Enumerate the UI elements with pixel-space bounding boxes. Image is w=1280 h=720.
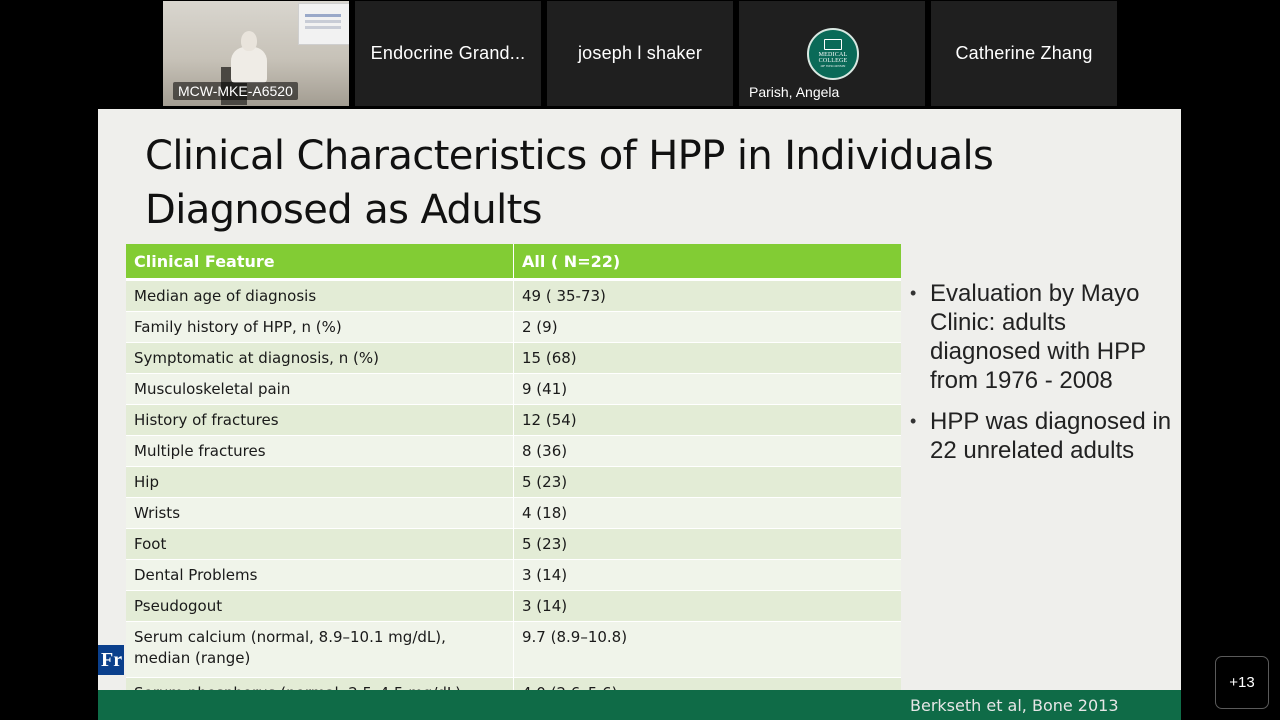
participant-name: Parish, Angela [749,84,840,100]
table-row: Family history of HPP, n (%) 2 (9) [126,311,901,343]
slide-logo-fragment: Fr [98,645,124,675]
table-cell-feature: Pseudogout [126,590,514,622]
bullet-text: HPP was diagnosed in 22 unrelated adults [930,408,1172,464]
table-row: Symptomatic at diagnosis, n (%) 15 (68) [126,342,901,374]
participant-tile-parish[interactable]: MEDICAL COLLEGE OF WISCONSIN Parish, Ange… [739,1,925,106]
bullet-icon: • [910,411,917,431]
slide-title-line-1: Clinical Characteristics of HPP in Indiv… [145,133,994,179]
table-cell-feature: Multiple fractures [126,435,514,467]
table-cell-value: 9 (41) [513,373,901,405]
participant-tile-shaker[interactable]: joseph l shaker [547,1,733,106]
table-cell-value: 8 (36) [513,435,901,467]
slide-citation: Berkseth et al, Bone 2013 [902,692,1181,720]
bullet-icon: • [910,283,917,303]
participant-name: Catherine Zhang [955,43,1093,63]
table-cell-feature: Symptomatic at diagnosis, n (%) [126,342,514,374]
participant-name: Endocrine Grand... [370,43,526,63]
table-row: Hip 5 (23) [126,466,901,498]
shared-slide: Clinical Characteristics of HPP in Indiv… [98,109,1181,720]
bullet-item: • Evaluation by Mayo Clinic: adults diag… [910,279,1172,395]
table-cell-feature: Median age of diagnosis [126,279,514,312]
table-row: History of fractures 12 (54) [126,404,901,436]
table-cell-value: 2 (9) [513,311,901,343]
bullet-text: Evaluation by Mayo Clinic: adults diagno… [930,280,1146,394]
table-cell-feature: Wrists [126,497,514,529]
table-row: Multiple fractures 8 (36) [126,435,901,467]
participant-tile-zhang[interactable]: Catherine Zhang [931,1,1117,106]
table-header-all: All ( N=22) [513,244,901,281]
speaker-head [241,31,257,51]
table-row: Wrists 4 (18) [126,497,901,529]
slide-title-line-2: Diagnosed as Adults [145,187,543,233]
table-cell-value: 4 (18) [513,497,901,529]
bullet-item: • HPP was diagnosed in 22 unrelated adul… [910,407,1172,465]
table-row: Serum calcium (normal, 8.9–10.1 mg/dL), … [126,621,901,678]
bullet-list: • Evaluation by Mayo Clinic: adults diag… [910,279,1172,477]
participant-name: MCW-MKE-A6520 [173,82,298,100]
table-row: Median age of diagnosis 49 ( 35-73) [126,279,901,312]
table-cell-feature: Foot [126,528,514,560]
table-cell-value: 49 ( 35-73) [513,279,901,312]
projector-screen [298,3,349,45]
clinical-features-table: Clinical Feature All ( N=22) Median age … [126,244,901,720]
speaker-body [231,47,267,83]
table-cell-feature: Serum calcium (normal, 8.9–10.1 mg/dL), … [126,621,514,678]
table-row: Pseudogout 3 (14) [126,590,901,622]
table-cell-value: 9.7 (8.9–10.8) [513,621,901,678]
table-cell-feature: Musculoskeletal pain [126,373,514,405]
table-header-row: Clinical Feature All ( N=22) [126,244,901,281]
book-icon [824,39,842,51]
table-cell-feature: Dental Problems [126,559,514,591]
table-cell-value: 5 (23) [513,466,901,498]
more-participants-button[interactable]: +13 [1215,656,1269,709]
table-cell-value: 3 (14) [513,559,901,591]
table-row: Musculoskeletal pain 9 (41) [126,373,901,405]
table-header-feature: Clinical Feature [126,244,514,281]
table-row: Dental Problems 3 (14) [126,559,901,591]
table-body: Median age of diagnosis 49 ( 35-73) Family… [126,279,901,720]
participant-tile-video[interactable]: MCW-MKE-A6520 [163,1,349,106]
table-cell-feature: History of fractures [126,404,514,436]
table-cell-value: 3 (14) [513,590,901,622]
table-cell-value: 12 (54) [513,404,901,436]
table-row: Foot 5 (23) [126,528,901,560]
table-cell-value: 5 (23) [513,528,901,560]
participant-tile-endocrine[interactable]: Endocrine Grand... [355,1,541,106]
participant-name: joseph l shaker [577,43,703,63]
slide-title: Clinical Characteristics of HPP in Indiv… [145,129,994,237]
meeting-window: MCW-MKE-A6520 Endocrine Grand... joseph … [0,0,1280,720]
table-cell-value: 15 (68) [513,342,901,374]
college-seal-icon: MEDICAL COLLEGE OF WISCONSIN [807,28,859,80]
table-cell-feature: Family history of HPP, n (%) [126,311,514,343]
table-cell-feature: Hip [126,466,514,498]
